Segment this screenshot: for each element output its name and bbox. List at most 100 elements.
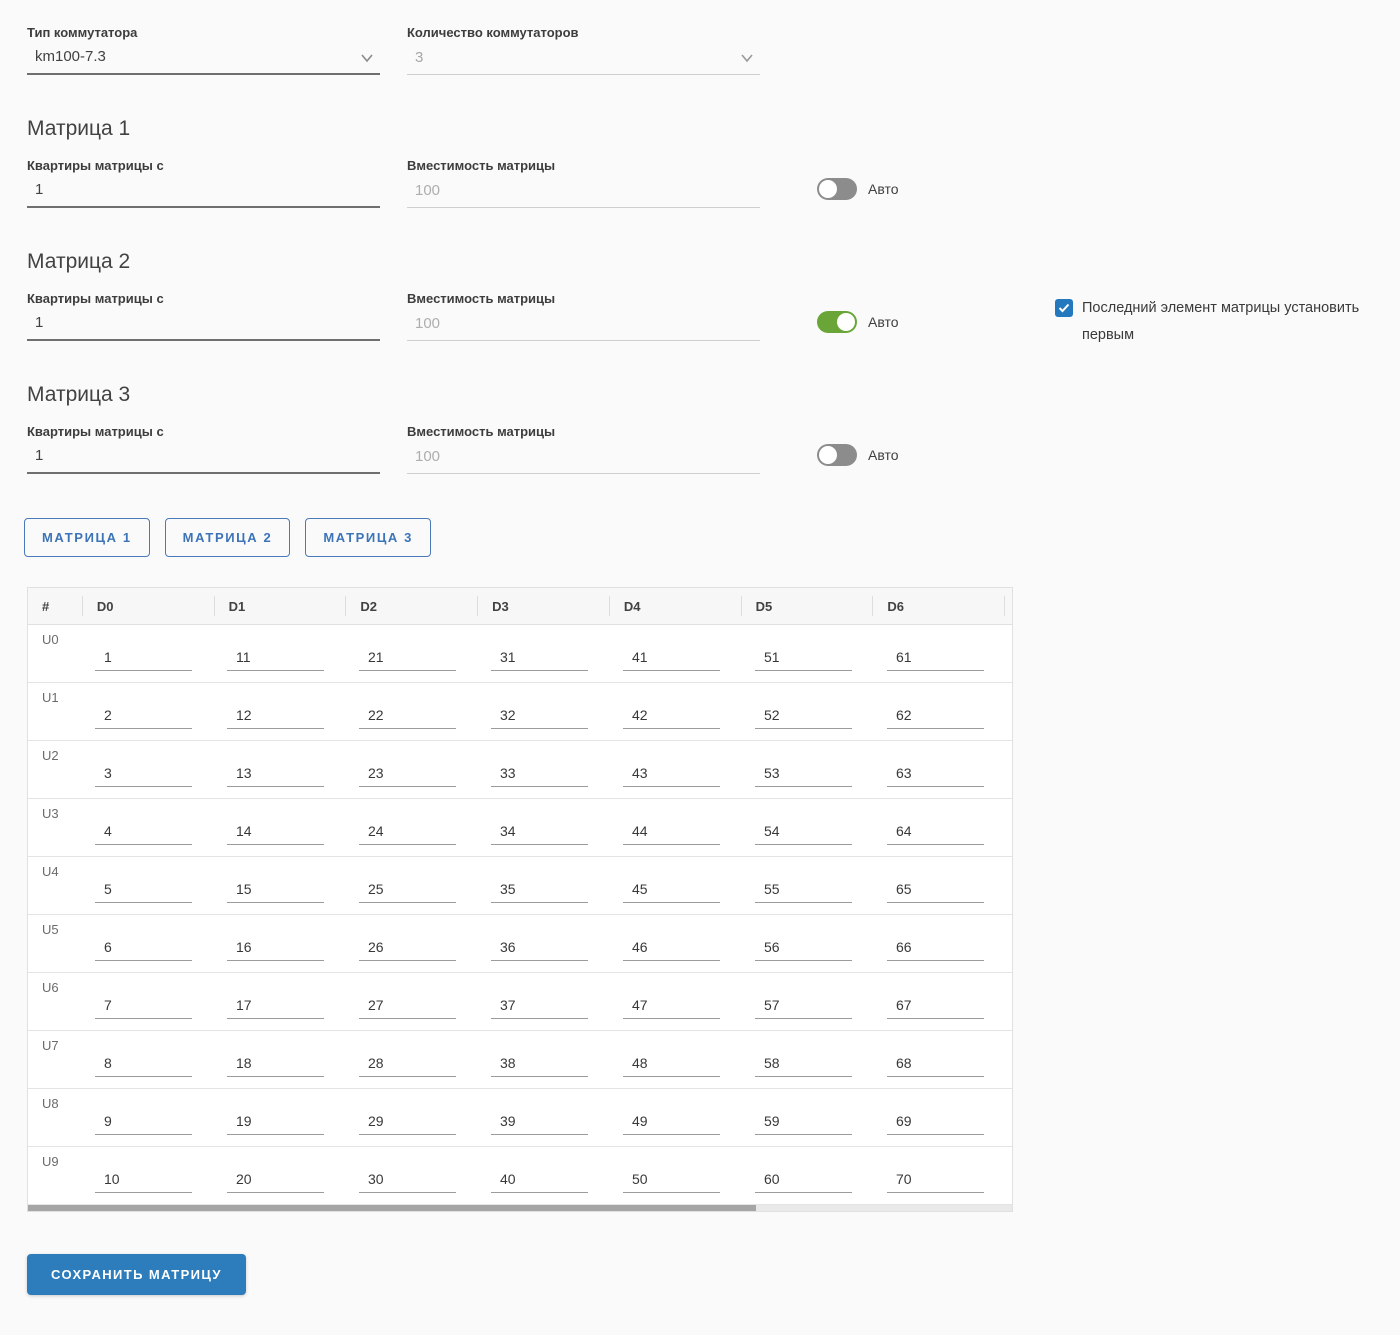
matrix-cell-input-U8-D0[interactable] [95, 1113, 192, 1135]
matrix-cell-input-U3-D1[interactable] [227, 823, 324, 845]
matrix-cell-input-U2-D1[interactable] [227, 765, 324, 787]
matrix-cell-input-U4-D4[interactable] [623, 881, 720, 903]
matrix-cell-input-U5-D3[interactable] [491, 939, 588, 961]
matrix-cell-input-U0-D6[interactable] [887, 649, 984, 671]
scrollbar-thumb[interactable] [28, 1205, 757, 1211]
matrix-cell-input-U6-D0[interactable] [95, 997, 192, 1019]
matrix-cell-input-U9-D3[interactable] [491, 1171, 588, 1193]
matrix-cell-input-U1-D6[interactable] [887, 707, 984, 729]
matrix-cell-input-U3-D3[interactable] [491, 823, 588, 845]
matrix-cell-input-U0-D1[interactable] [227, 649, 324, 671]
tab-matrix-1[interactable]: МАТРИЦА 1 [24, 518, 150, 557]
matrix-cell-input-U7-D4[interactable] [623, 1055, 720, 1077]
matrix-cell-input-U5-D5[interactable] [755, 939, 852, 961]
matrix-1-apartments-input[interactable] [27, 180, 380, 206]
matrix-cell-input-U1-D3[interactable] [491, 707, 588, 729]
matrix-cell-input-U6-D5[interactable] [755, 997, 852, 1019]
matrix-cell-input-U6-D6[interactable] [887, 997, 984, 1019]
matrix-cell-input-U8-D5[interactable] [755, 1113, 852, 1135]
matrix-cell-input-U9-D1[interactable] [227, 1171, 324, 1193]
save-matrix-button[interactable]: СОХРАНИТЬ МАТРИЦУ [27, 1254, 246, 1295]
matrix-cell-input-U9-D2[interactable] [359, 1171, 456, 1193]
matrix-cell-input-U3-D6[interactable] [887, 823, 984, 845]
switch-count-select[interactable] [407, 47, 760, 75]
matrix-cell-input-U6-D3[interactable] [491, 997, 588, 1019]
matrix-cell-input-U4-D2[interactable] [359, 881, 456, 903]
switch-selects-row: Тип коммутатора Количество коммутаторов [27, 25, 1400, 75]
matrix-cell-input-U7-D6[interactable] [887, 1055, 984, 1077]
matrix-3-capacity-input[interactable] [407, 446, 760, 473]
matrix-cell-input-U5-D0[interactable] [95, 939, 192, 961]
matrix-cell-input-U6-D1[interactable] [227, 997, 324, 1019]
matrix-cell-input-U8-D6[interactable] [887, 1113, 984, 1135]
checkbox-checked-icon[interactable] [1055, 299, 1073, 317]
switch-type-value[interactable] [27, 47, 380, 73]
matrix-3-apartments-input[interactable] [27, 446, 380, 472]
table-row-U7: U7 [28, 1031, 1012, 1089]
matrix-cell-input-U9-D6[interactable] [887, 1171, 984, 1193]
matrix-cell-input-U3-D4[interactable] [623, 823, 720, 845]
matrix-cell-input-U3-D5[interactable] [755, 823, 852, 845]
matrix-cell-input-U6-D4[interactable] [623, 997, 720, 1019]
matrix-cell-input-U0-D0[interactable] [95, 649, 192, 671]
matrix-cell-input-U2-D3[interactable] [491, 765, 588, 787]
matrix-cell-input-U9-D0[interactable] [95, 1171, 192, 1193]
matrix-cell-input-U7-D3[interactable] [491, 1055, 588, 1077]
matrix-cell-input-U9-D5[interactable] [755, 1171, 852, 1193]
matrix-cell-input-U7-D2[interactable] [359, 1055, 456, 1077]
matrix-cell-input-U4-D0[interactable] [95, 881, 192, 903]
matrix-2-auto-toggle[interactable] [817, 311, 857, 333]
matrix-cell-input-U7-D5[interactable] [755, 1055, 852, 1077]
matrix-cell-input-U1-D0[interactable] [95, 707, 192, 729]
matrix-cell-input-U5-D1[interactable] [227, 939, 324, 961]
cell-U0-D1 [215, 625, 347, 682]
last-element-first-checkbox-wrap[interactable]: Последний элемент матрицы установить пер… [1055, 295, 1365, 349]
matrix-2-capacity-input[interactable] [407, 313, 760, 340]
matrix-cell-input-U8-D3[interactable] [491, 1113, 588, 1135]
table-row-U5: U5 [28, 915, 1012, 973]
capacity-label: Вместимость матрицы [407, 424, 556, 439]
matrix-cell-input-U4-D3[interactable] [491, 881, 588, 903]
matrix-cell-input-U0-D4[interactable] [623, 649, 720, 671]
matrix-cell-input-U1-D2[interactable] [359, 707, 456, 729]
matrix-cell-input-U2-D4[interactable] [623, 765, 720, 787]
column-header-D4: D4 [610, 588, 742, 624]
matrix-cell-input-U1-D5[interactable] [755, 707, 852, 729]
matrix-cell-input-U5-D4[interactable] [623, 939, 720, 961]
matrix-cell-input-U7-D0[interactable] [95, 1055, 192, 1077]
matrix-cell-input-U3-D2[interactable] [359, 823, 456, 845]
section-title-matrix-1: Матрица 1 [27, 117, 131, 140]
matrix-cell-input-U2-D2[interactable] [359, 765, 456, 787]
matrix-cell-input-U7-D1[interactable] [227, 1055, 324, 1077]
matrix-cell-input-U1-D1[interactable] [227, 707, 324, 729]
matrix-cell-input-U4-D6[interactable] [887, 881, 984, 903]
matrix-cell-input-U0-D5[interactable] [755, 649, 852, 671]
switch-count-value[interactable] [407, 47, 760, 74]
matrix-cell-input-U8-D2[interactable] [359, 1113, 456, 1135]
tab-matrix-3[interactable]: МАТРИЦА 3 [305, 518, 431, 557]
matrix-cell-input-U9-D4[interactable] [623, 1171, 720, 1193]
matrix-1-capacity-input[interactable] [407, 180, 760, 207]
horizontal-scrollbar[interactable] [27, 1205, 1013, 1212]
matrix-cell-input-U2-D6[interactable] [887, 765, 984, 787]
matrix-cell-input-U2-D5[interactable] [755, 765, 852, 787]
matrix-cell-input-U1-D4[interactable] [623, 707, 720, 729]
matrix-cell-input-U4-D1[interactable] [227, 881, 324, 903]
matrix-cell-input-U8-D1[interactable] [227, 1113, 324, 1135]
matrix-cell-input-U6-D2[interactable] [359, 997, 456, 1019]
matrix-1-auto-toggle[interactable] [817, 178, 857, 200]
matrix-cell-input-U0-D3[interactable] [491, 649, 588, 671]
matrix-cell-input-U5-D6[interactable] [887, 939, 984, 961]
cell-U9-D1 [215, 1147, 347, 1204]
matrix-3-auto-toggle[interactable] [817, 444, 857, 466]
matrix-2-apartments-input[interactable] [27, 313, 380, 339]
matrix-cell-input-U8-D4[interactable] [623, 1113, 720, 1135]
matrix-cell-input-U5-D2[interactable] [359, 939, 456, 961]
matrix-cell-input-U4-D5[interactable] [755, 881, 852, 903]
matrix-cell-input-U0-D2[interactable] [359, 649, 456, 671]
matrix-cell-input-U3-D0[interactable] [95, 823, 192, 845]
column-header-D1: D1 [215, 588, 347, 624]
tab-matrix-2[interactable]: МАТРИЦА 2 [164, 518, 291, 557]
switch-type-select[interactable] [27, 47, 380, 75]
matrix-cell-input-U2-D0[interactable] [95, 765, 192, 787]
